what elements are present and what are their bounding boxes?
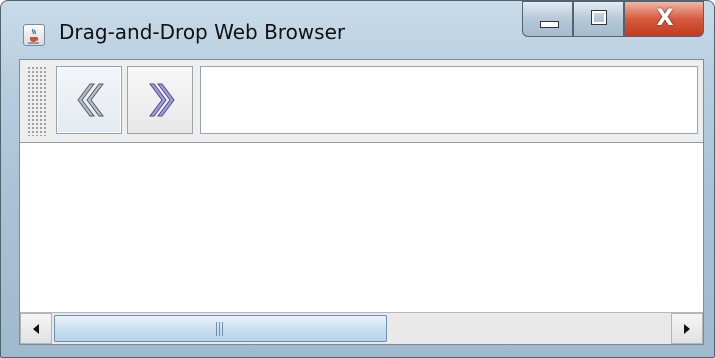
client-area xyxy=(19,59,704,345)
address-field[interactable] xyxy=(200,66,698,134)
back-button[interactable] xyxy=(56,66,122,134)
horizontal-scrollbar[interactable] xyxy=(20,312,703,344)
window-title: Drag-and-Drop Web Browser xyxy=(59,20,346,44)
close-icon: X xyxy=(656,6,674,31)
java-cup-icon[interactable] xyxy=(23,24,45,46)
thumb-grip-icon xyxy=(216,321,225,336)
arrow-left-icon xyxy=(33,323,39,334)
chevron-double-left-icon xyxy=(77,83,104,117)
toolbar xyxy=(20,60,703,141)
scroll-right-button[interactable] xyxy=(671,313,703,344)
minimize-button[interactable] xyxy=(522,1,573,37)
scroll-left-button[interactable] xyxy=(20,313,52,344)
title-bar[interactable]: Drag-and-Drop Web Browser X xyxy=(1,1,714,59)
scroll-thumb[interactable] xyxy=(54,315,387,342)
toolbar-grip-handle[interactable] xyxy=(27,66,47,136)
close-button[interactable]: X xyxy=(624,1,704,37)
window-bottom-border xyxy=(1,345,714,357)
maximize-icon xyxy=(591,10,607,25)
app-window: Drag-and-Drop Web Browser X xyxy=(0,0,715,358)
maximize-button[interactable] xyxy=(573,1,624,37)
page-content-area[interactable] xyxy=(20,142,703,312)
chevron-double-right-icon xyxy=(149,83,175,117)
forward-button[interactable] xyxy=(127,66,193,134)
arrow-right-icon xyxy=(684,323,690,334)
minimize-icon xyxy=(540,21,559,28)
